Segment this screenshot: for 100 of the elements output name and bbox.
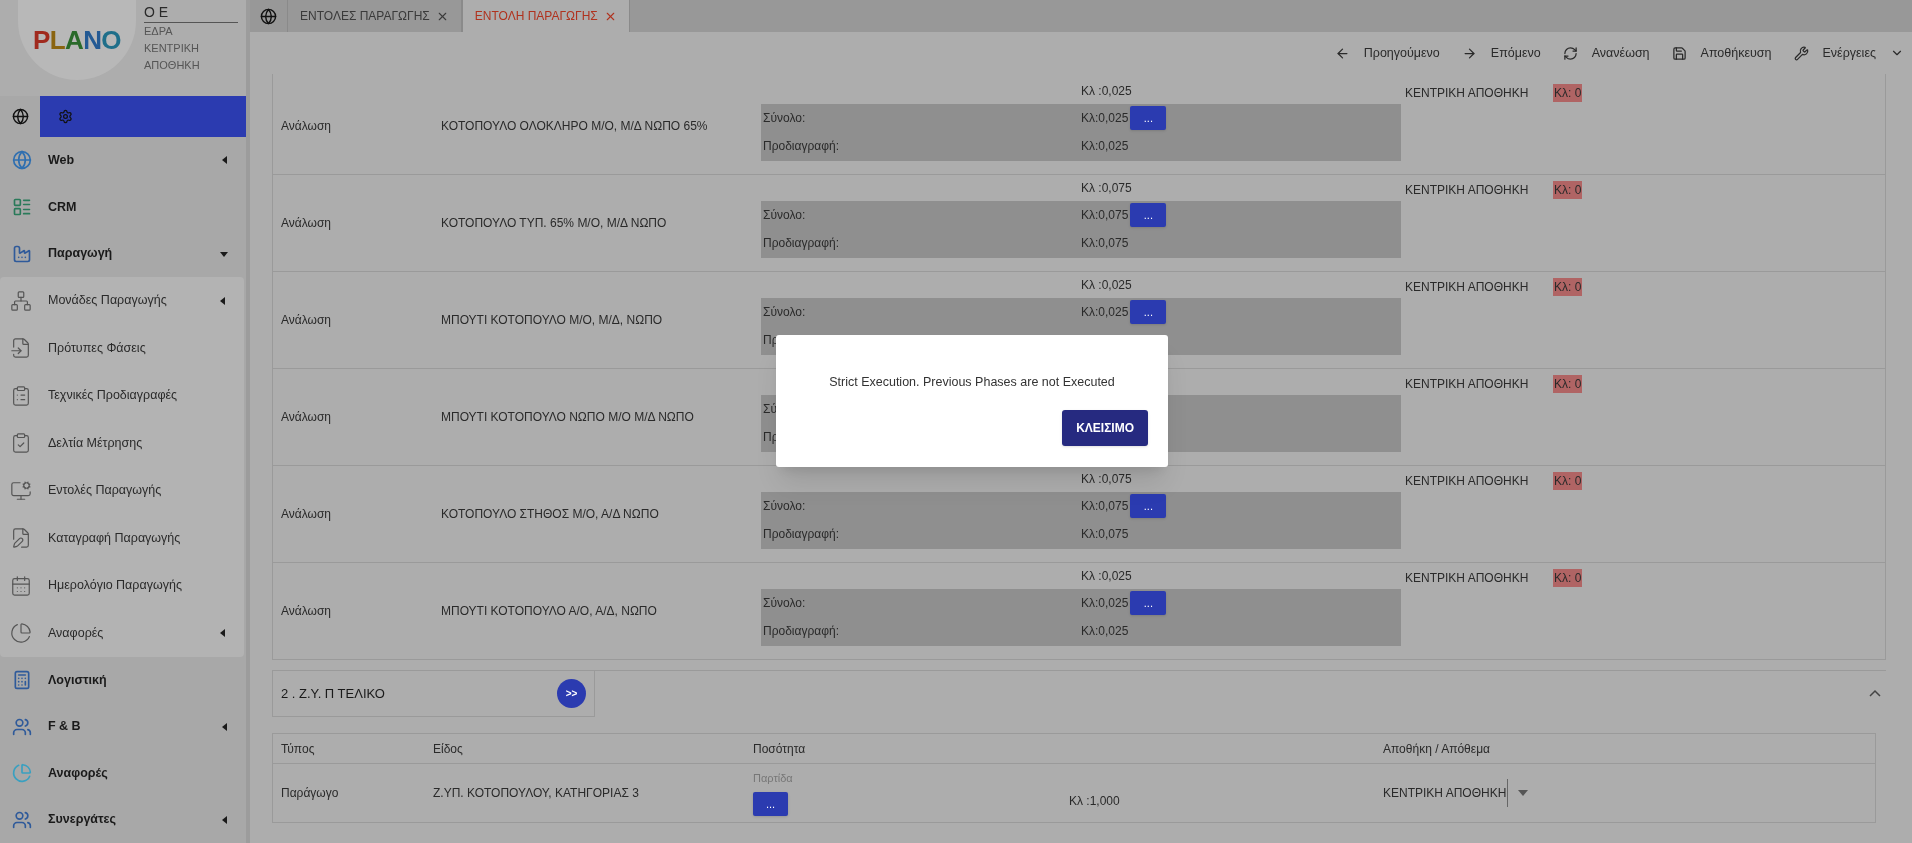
spec-value: Κλ:0,025 (1081, 623, 1129, 640)
item-cell-text: ΜΠΟΥΤΙ ΚΟΤΟΠΟΥΛΟ Μ/Ο, Μ/Δ, ΝΩΠΟ (441, 312, 663, 329)
stock-badge: Κλ: 0 (1553, 472, 1583, 490)
sidebar-subitem[interactable]: Πρότυπες Φάσεις (0, 324, 244, 372)
warehouse-cell-text: ΚΕΝΤΡΙΚΗ ΑΠΟΘΗΚΗ (1405, 473, 1530, 490)
spec-value: Κλ:0,075 (1081, 235, 1129, 252)
total-value: Κλ:0,025 (1081, 595, 1129, 612)
total-label: Σύνολο: (762, 207, 807, 224)
spec-value: Κλ:0,075 (1081, 526, 1129, 543)
total-value: Κλ:0,025 (1081, 110, 1129, 127)
refresh-icon (1562, 45, 1578, 61)
sidebar-subitem[interactable]: Μονάδες Παραγωγής (0, 276, 244, 325)
item-cell-text: ΚΟΤΟΠΟΥΛΟ ΣΤΗΘΟΣ Μ/Ο, Α/Δ ΝΩΠΟ (441, 506, 659, 523)
sidebar-item[interactable]: F & B (0, 703, 246, 750)
details-button[interactable]: ... (1130, 591, 1167, 615)
sidebar-item[interactable]: Λογιστική (0, 656, 246, 704)
type-cell-text: Ανάλωση (281, 603, 331, 620)
total-value: Κλ:0,075 (1081, 498, 1129, 515)
total-value: Κλ:0,025 (1081, 304, 1129, 321)
sidebar-item-icon (10, 384, 32, 407)
sidebar-item-icon (10, 527, 32, 550)
sidebar-item-icon (10, 432, 32, 455)
spec-label: Προδιαγραφή: (762, 623, 840, 640)
stock-badge: Κλ: 0 (1553, 84, 1583, 102)
toolbar-button[interactable]: Επόμενο (1461, 43, 1541, 63)
warehouse-select[interactable]: ΚΕΝΤΡΙΚΗ ΑΠΟΘΗΚΗ (1383, 779, 1529, 807)
stock-badge: Κλ: 0 (1553, 278, 1583, 296)
toolbar-button[interactable]: Ενέργειες (1793, 43, 1904, 63)
total-label: Σύνολο: (762, 304, 807, 321)
sidebar-item-icon (10, 289, 32, 312)
sidebar-item[interactable]: Συνεργάτες (0, 796, 246, 843)
sidebar-subitem[interactable]: Καταγραφή Παραγωγής (0, 514, 244, 562)
item-cell-text: ΜΠΟΥΤΙ ΚΟΤΟΠΟΥΛΟ ΝΩΠΟ Μ/Ο Μ/Δ ΝΩΠΟ (441, 409, 694, 426)
details-button[interactable]: ... (1130, 106, 1167, 130)
details-button[interactable]: ... (753, 792, 788, 817)
arrow-right-icon (1461, 45, 1477, 61)
sidebar-item-icon (12, 197, 32, 217)
warehouse-cell-text: ΚΕΝΤΡΙΚΗ ΑΠΟΘΗΚΗ (1405, 376, 1530, 393)
company-info: ΑΠΟΘΗΚΗ (144, 58, 201, 73)
sidebar-item[interactable]: CRM (0, 183, 246, 231)
sidebar-item-icon (10, 479, 32, 502)
sidebar-subitem[interactable]: Δελτία Μέτρησης (0, 419, 244, 467)
globe-icon[interactable] (260, 7, 277, 25)
column-header: Αποθήκη / Απόθεμα (1383, 740, 1490, 758)
total-value: Κλ:0,075 (1081, 207, 1129, 224)
type-cell-text: Ανάλωση (281, 215, 331, 232)
company-info: ΚΕΝΤΡΙΚΗ (144, 41, 200, 56)
warehouse-cell-text: ΚΕΝΤΡΙΚΗ ΑΠΟΘΗΚΗ (1405, 279, 1530, 296)
quantity-value: Κλ :0,075 (1081, 180, 1132, 197)
column-header: Ποσότητα (753, 740, 807, 758)
details-button[interactable]: ... (1130, 494, 1167, 518)
save-icon (1671, 45, 1687, 61)
item-cell-text: Ζ.ΥΠ. ΚΟΤΟΠΟΥΛΟΥ, ΚΑΤΗΓΟΡΙΑΣ 3 (433, 785, 640, 802)
sidebar-subitem[interactable]: Ημερολόγιο Παραγωγής (0, 561, 244, 610)
sidebar-item-icon (10, 622, 32, 645)
sidebar-item-icon (12, 670, 32, 691)
sidebar-item[interactable]: Αναφορές (0, 749, 246, 797)
globe-icon[interactable] (11, 108, 29, 126)
sidebar-item-icon (12, 763, 32, 784)
sidebar-item-icon (12, 150, 32, 171)
tab[interactable]: ΕΝΤΟΛΕΣ ΠΑΡΑΓΩΓΗΣ (288, 0, 462, 32)
quantity-value: Κλ :0,025 (1081, 83, 1132, 100)
total-label: Σύνολο: (762, 110, 807, 127)
toolbar-button[interactable]: Προηγούμενο (1334, 43, 1440, 63)
sidebar-item[interactable]: Web (0, 137, 246, 184)
warehouse-cell-text: ΚΕΝΤΡΙΚΗ ΑΠΟΘΗΚΗ (1405, 570, 1530, 587)
type-cell-text: Ανάλωση (281, 409, 331, 426)
stock-badge: Κλ: 0 (1553, 181, 1583, 199)
sidebar-item-icon (12, 809, 32, 830)
type-cell-text: Ανάλωση (281, 118, 331, 135)
item-cell-text: ΜΠΟΥΤΙ ΚΟΤΟΠΟΥΛΟ Α/Ο, Α/Δ, ΝΩΠΟ (441, 603, 657, 620)
stock-badge: Κλ: 0 (1553, 569, 1583, 587)
phase-card: 2 . Ζ.Υ. Π ΤΕΛΙΚΟ >> (272, 671, 595, 717)
type-cell-text: Ανάλωση (281, 506, 331, 523)
total-label: Σύνολο: (762, 595, 807, 612)
close-button[interactable]: ΚΛΕΙΣΙΜΟ (1062, 409, 1148, 446)
type-cell-text: Παράγωγο (280, 785, 340, 802)
toolbar-button[interactable]: Ανανέωση (1562, 43, 1650, 63)
warehouse-cell-text: ΚΕΝΤΡΙΚΗ ΑΠΟΘΗΚΗ (1405, 85, 1530, 102)
spec-label: Προδιαγραφή: (762, 526, 840, 543)
total-label: Σύνολο: (762, 498, 807, 515)
warehouse-cell-text: ΚΕΝΤΡΙΚΗ ΑΠΟΘΗΚΗ (1405, 182, 1530, 199)
details-button[interactable]: ... (1130, 203, 1167, 227)
sidebar-subitem[interactable]: Τεχνικές Προδιαγραφές (0, 371, 244, 420)
next-phase-button[interactable]: >> (557, 679, 586, 708)
dropdown-caret-icon (1518, 790, 1529, 796)
details-button[interactable]: ... (1130, 300, 1167, 324)
item-cell-text: ΚΟΤΟΠΟΥΛΟ ΟΛΟΚΛΗΡΟ Μ/Ο, Μ/Δ ΝΩΠΟ 65% (441, 118, 708, 135)
spec-label: Προδιαγραφή: (762, 235, 840, 252)
sidebar-subitem[interactable]: Αναφορές (0, 609, 244, 657)
spec-label: Προδιαγραφή: (762, 138, 840, 155)
logo: PLANO (18, 0, 136, 80)
sidebar-subitem[interactable]: Εντολές Παραγωγής (0, 466, 244, 515)
company-info: ΕΔΡΑ (144, 24, 174, 39)
toolbar-button[interactable]: Αποθήκευση (1671, 43, 1772, 63)
stock-badge: Κλ: 0 (1553, 375, 1583, 393)
quantity-value: Κλ :1,000 (1069, 793, 1121, 810)
sidebar-item[interactable]: Παραγωγή (0, 230, 246, 277)
sidebar-item-icon (12, 716, 32, 737)
sidebar-item-icon (10, 337, 32, 360)
